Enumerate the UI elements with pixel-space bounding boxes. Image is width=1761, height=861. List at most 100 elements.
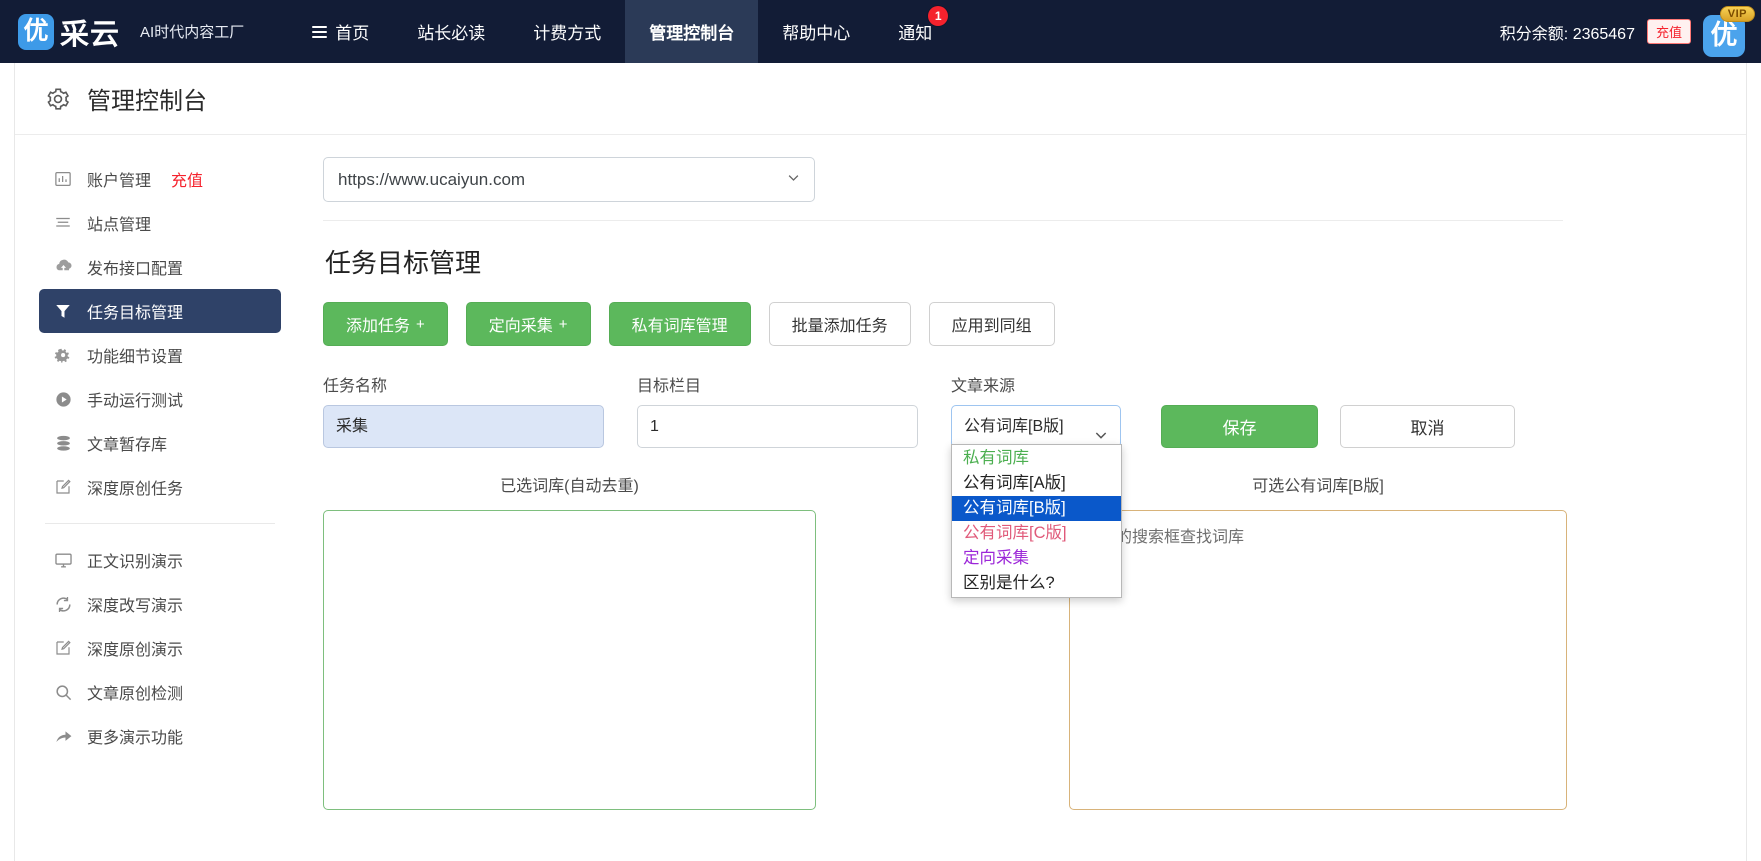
sidebar-item-deep-rewrite-demo[interactable]: 深度改写演示 bbox=[39, 582, 281, 626]
nav-item-webmaster-guide[interactable]: 站长必读 bbox=[393, 0, 509, 63]
cancel-button[interactable]: 取消 bbox=[1340, 405, 1515, 448]
nav-item-home[interactable]: 首页 bbox=[288, 0, 393, 63]
button-label: 批量添加任务 bbox=[791, 318, 888, 335]
nav-item-label: 通知 bbox=[898, 24, 933, 43]
task-name-input[interactable]: 采集 bbox=[323, 405, 604, 448]
nav-item-help-center[interactable]: 帮助中心 bbox=[758, 0, 874, 63]
sidebar-item-site-management[interactable]: 站点管理 bbox=[39, 201, 281, 245]
task-name-field: 任务名称 采集 bbox=[323, 372, 604, 448]
notification-count-badge: 1 bbox=[928, 6, 949, 26]
sidebar-item-label: 站点管理 bbox=[87, 217, 152, 234]
site-select[interactable]: https://www.ucaiyun.com bbox=[323, 157, 815, 202]
list-lines-icon bbox=[53, 213, 73, 233]
sidebar-item-deep-original-demo[interactable]: 深度原创演示 bbox=[39, 626, 281, 670]
nav-item-label: 管理控制台 bbox=[649, 24, 735, 43]
site-select-value[interactable]: https://www.ucaiyun.com bbox=[323, 157, 815, 202]
article-source-field: 文章来源 公有词库[B版] 私有词库 公有词库[A版] 公有词库[B版] 公有词… bbox=[951, 372, 1122, 598]
page-shell: 管理控制台 账户管理 充值 站点管理 发布接口配置 任务目标管理 功能细节设置 … bbox=[14, 63, 1747, 861]
sidebar-item-label: 功能细节设置 bbox=[87, 349, 184, 366]
save-button[interactable]: 保存 bbox=[1161, 405, 1318, 448]
directed-collect-button[interactable]: 定向采集 + bbox=[465, 302, 591, 346]
article-source-label: 文章来源 bbox=[951, 378, 1016, 395]
sidebar-item-publish-api[interactable]: 发布接口配置 bbox=[39, 245, 281, 289]
available-lexicon-box[interactable]: 下面的搜索框查找词库 bbox=[1069, 510, 1567, 810]
cloud-upload-icon bbox=[53, 257, 73, 277]
available-lexicon-title: 可选公有词库[B版] bbox=[1252, 478, 1384, 495]
play-circle-icon bbox=[53, 389, 73, 409]
nav-item-notifications[interactable]: 通知 1 bbox=[874, 0, 956, 63]
selected-lexicon-panel: 已选词库(自动去重) bbox=[323, 472, 816, 810]
sidebar: 账户管理 充值 站点管理 发布接口配置 任务目标管理 功能细节设置 手动运行测试… bbox=[15, 135, 305, 810]
sidebar-item-label: 深度原创演示 bbox=[87, 642, 184, 659]
dropdown-option-public-lexicon-a[interactable]: 公有词库[A版] bbox=[952, 471, 1121, 496]
dropdown-option-private-lexicon[interactable]: 私有词库 bbox=[952, 446, 1121, 471]
sidebar-divider bbox=[45, 523, 275, 524]
nav-item-pricing[interactable]: 计费方式 bbox=[509, 0, 625, 63]
nav-item-label: 站长必读 bbox=[417, 24, 486, 43]
arrow-right-curve-icon bbox=[53, 726, 73, 746]
sidebar-item-originality-check[interactable]: 文章原创检测 bbox=[39, 670, 281, 714]
nav-item-label: 计费方式 bbox=[533, 24, 602, 43]
refresh-icon bbox=[53, 594, 73, 614]
brand-logo: 优 采云 bbox=[18, 11, 120, 53]
sidebar-item-label: 文章原创检测 bbox=[87, 686, 184, 703]
button-label: 定向采集 bbox=[488, 318, 553, 335]
page-header: 管理控制台 bbox=[15, 63, 1746, 135]
monitor-icon bbox=[53, 550, 73, 570]
content-row: 账户管理 充值 站点管理 发布接口配置 任务目标管理 功能细节设置 手动运行测试… bbox=[15, 135, 1746, 810]
chart-bar-icon bbox=[53, 169, 73, 189]
article-source-value: 公有词库[B版] bbox=[964, 418, 1064, 435]
logo-wordmark: 采云 bbox=[60, 18, 121, 51]
task-name-label: 任务名称 bbox=[323, 378, 388, 395]
section-title: 任务目标管理 bbox=[325, 248, 482, 278]
brand-slogan: AI时代内容工厂 bbox=[140, 24, 245, 41]
sidebar-item-more-demos[interactable]: 更多演示功能 bbox=[39, 714, 281, 758]
article-source-dropdown[interactable]: 私有词库 公有词库[A版] 公有词库[B版] 公有词库[C版] 定向采集 区别是… bbox=[951, 444, 1122, 598]
nav-item-console[interactable]: 管理控制台 bbox=[625, 0, 759, 63]
dropdown-option-public-lexicon-b[interactable]: 公有词库[B版] bbox=[952, 496, 1121, 521]
brand[interactable]: 优 采云 AI时代内容工厂 bbox=[18, 11, 244, 53]
target-column-input[interactable]: 1 bbox=[637, 405, 918, 448]
edit-square-icon bbox=[53, 477, 73, 497]
sidebar-item-task-target-management[interactable]: 任务目标管理 bbox=[39, 289, 281, 333]
sidebar-item-article-cache[interactable]: 文章暂存库 bbox=[39, 421, 281, 465]
sidebar-item-label: 深度改写演示 bbox=[87, 598, 184, 615]
sidebar-item-account[interactable]: 账户管理 充值 bbox=[39, 157, 281, 201]
page-title: 管理控制台 bbox=[87, 88, 207, 115]
selected-lexicon-box[interactable] bbox=[323, 510, 816, 810]
nav-item-label: 首页 bbox=[335, 24, 370, 43]
private-lexicon-manage-button[interactable]: 私有词库管理 bbox=[608, 302, 751, 346]
batch-add-task-button[interactable]: 批量添加任务 bbox=[768, 302, 911, 346]
button-label: 私有词库管理 bbox=[631, 318, 728, 335]
avatar[interactable]: 优 VIP bbox=[1703, 5, 1755, 57]
main-content: https://www.ucaiyun.com 任务目标管理 添加任务 + 定向… bbox=[305, 135, 1746, 810]
available-lexicon-panel: 可选公有词库[B版] 下面的搜索框查找词库 bbox=[1069, 472, 1567, 810]
task-form-row: 任务名称 采集 目标栏目 1 文章来源 公有词库[B版] 私有词库 公有词库[A… bbox=[323, 372, 1716, 598]
action-button-row: 添加任务 + 定向采集 + 私有词库管理 批量添加任务 应用到同组 bbox=[323, 302, 1716, 346]
article-source-select[interactable]: 公有词库[B版] bbox=[951, 405, 1121, 448]
edit-square-icon bbox=[53, 638, 73, 658]
points-balance-label: 积分余额: 2365467 bbox=[1499, 25, 1635, 43]
apply-to-group-button[interactable]: 应用到同组 bbox=[928, 302, 1055, 346]
dropdown-option-directed-collect[interactable]: 定向采集 bbox=[952, 546, 1121, 571]
sidebar-item-manual-run-test[interactable]: 手动运行测试 bbox=[39, 377, 281, 421]
recharge-button[interactable]: 充值 bbox=[1646, 19, 1691, 44]
selected-lexicon-title: 已选词库(自动去重) bbox=[500, 478, 639, 495]
sidebar-item-content-recognition-demo[interactable]: 正文识别演示 bbox=[39, 538, 281, 582]
button-label: 添加任务 bbox=[346, 318, 411, 335]
sidebar-item-label: 账户管理 bbox=[87, 173, 152, 190]
target-column-label: 目标栏目 bbox=[637, 378, 702, 395]
sidebar-item-label: 手动运行测试 bbox=[87, 393, 184, 410]
gear-icon bbox=[45, 86, 71, 112]
sidebar-item-deep-original-task[interactable]: 深度原创任务 bbox=[39, 465, 281, 509]
sidebar-item-recharge-link[interactable]: 充值 bbox=[171, 167, 203, 191]
dropdown-option-whats-the-difference[interactable]: 区别是什么? bbox=[952, 571, 1121, 596]
sidebar-item-feature-settings[interactable]: 功能细节设置 bbox=[39, 333, 281, 377]
button-label: 应用到同组 bbox=[951, 318, 1032, 335]
target-column-field: 目标栏目 1 bbox=[637, 372, 918, 448]
plus-icon: + bbox=[558, 315, 568, 333]
add-task-button[interactable]: 添加任务 + bbox=[323, 302, 448, 346]
gears-icon bbox=[53, 345, 73, 365]
nav-right-cluster: 积分余额: 2365467 充值 优 VIP bbox=[1499, 5, 1761, 57]
dropdown-option-public-lexicon-c[interactable]: 公有词库[C版] bbox=[952, 521, 1121, 546]
